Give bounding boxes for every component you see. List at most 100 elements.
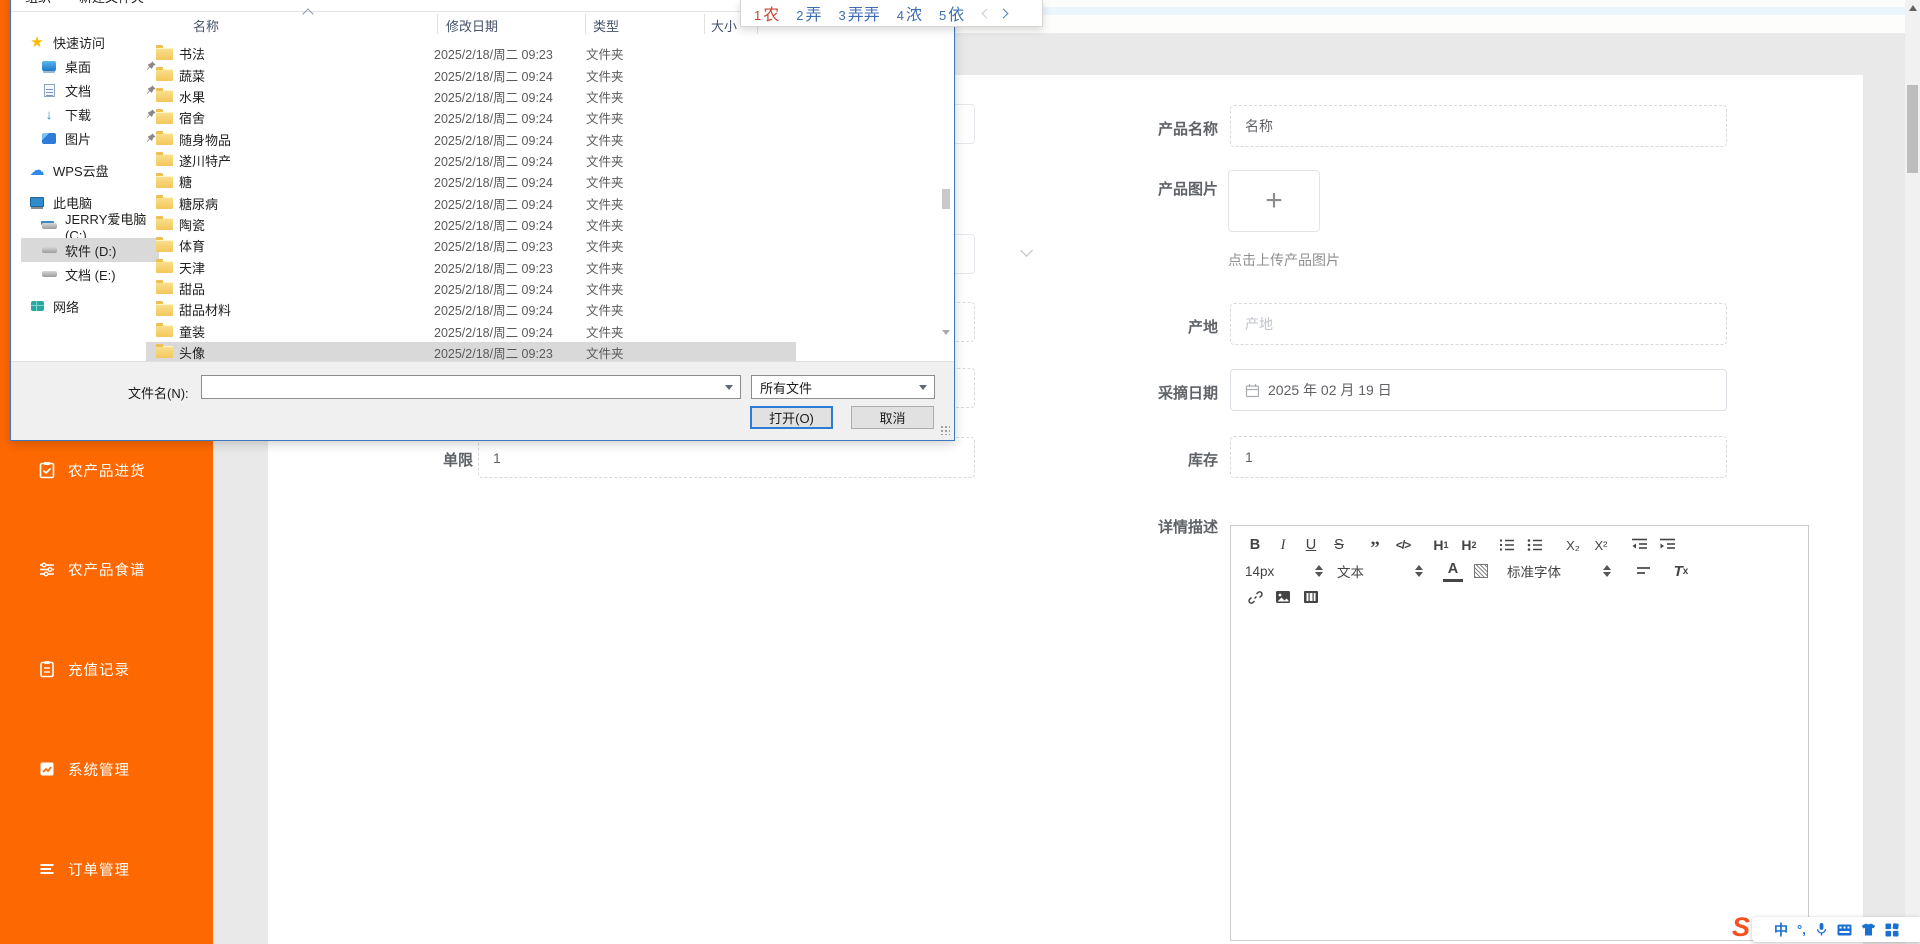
nav-item[interactable]: 桌面 [21, 54, 159, 78]
open-button[interactable]: 打开(O) [750, 406, 833, 429]
file-row[interactable]: 头像 2025/2/18/周二 09:23 文件夹 [146, 341, 796, 364]
sidebar-item-recharge[interactable]: 充值记录 [0, 656, 213, 682]
superscript-button[interactable]: X² [1591, 534, 1611, 556]
keyboard-icon[interactable] [1837, 924, 1852, 936]
dialog-nav-pane: ★ 快速访问 桌面 文档 ↓ 下载 图片 ☁ WPS云盘 此电脑 JERRY爱电… [21, 30, 159, 318]
file-row[interactable]: 宿舍 2025/2/18/周二 09:24 文件夹 [146, 107, 951, 128]
nav-item[interactable]: ☁ WPS云盘 [21, 158, 159, 182]
file-row[interactable]: 陶瓷 2025/2/18/周二 09:24 文件夹 [146, 214, 951, 235]
next-page-icon[interactable] [998, 8, 1009, 18]
file-row[interactable]: 甜品 2025/2/18/周二 09:24 文件夹 [146, 278, 951, 299]
new-folder-button[interactable]: 新建文件夹 [79, 0, 144, 6]
h1-button[interactable]: H1 [1431, 534, 1451, 556]
sidebar-item-system[interactable]: 系统管理 [0, 756, 213, 782]
punctuation-icon[interactable]: °, [1797, 922, 1806, 937]
strike-button[interactable]: S [1329, 534, 1349, 556]
scroll-up-icon[interactable] [1909, 5, 1917, 11]
ime-candidate[interactable]: 3 弄弄 [839, 1, 880, 25]
harvest-date-input[interactable]: 2025 年 02 月 19 日 [1230, 369, 1727, 411]
file-row[interactable]: 甜品材料 2025/2/18/周二 09:24 文件夹 [146, 299, 951, 320]
filename-input[interactable] [201, 375, 741, 399]
column-header-name[interactable]: 名称 [193, 16, 219, 35]
nav-item[interactable]: ↓ 下载 [21, 102, 159, 126]
stock-value: 1 [1245, 449, 1253, 465]
nav-item[interactable]: 文档 [21, 78, 159, 102]
sogou-logo[interactable]: S [1732, 912, 1750, 943]
file-row[interactable]: 书法 2025/2/18/周二 09:23 文件夹 [146, 43, 951, 64]
filetype-select[interactable]: 所有文件 [751, 375, 935, 399]
skin-icon[interactable] [1861, 923, 1876, 936]
ime-mode-chinese[interactable]: 中 [1774, 920, 1788, 940]
resize-grip[interactable] [940, 425, 950, 435]
richtext-content[interactable] [1230, 607, 1809, 941]
file-row[interactable]: 水果 2025/2/18/周二 09:24 文件夹 [146, 86, 951, 107]
stock-input[interactable]: 1 [1230, 436, 1727, 478]
origin-input[interactable]: 产地 [1230, 303, 1727, 345]
column-divider[interactable] [437, 14, 438, 34]
microphone-icon[interactable] [1815, 922, 1828, 937]
file-row[interactable]: 随身物品 2025/2/18/周二 09:24 文件夹 [146, 128, 951, 149]
highlight-button[interactable] [1471, 560, 1491, 582]
video-button[interactable] [1301, 586, 1321, 608]
unit-limit-value: 1 [493, 449, 501, 466]
combo-arrow-icon[interactable] [725, 385, 733, 390]
nav-item[interactable]: JERRY爱电脑 (C:) [21, 212, 159, 243]
nav-item[interactable]: ★ 快速访问 [21, 30, 159, 54]
font-family-select[interactable]: 标准字体 [1507, 561, 1611, 581]
format-select[interactable]: 文本 [1337, 561, 1423, 581]
file-row[interactable]: 天津 2025/2/18/周二 09:23 文件夹 [146, 256, 951, 277]
ime-pager [981, 8, 1009, 18]
file-row[interactable]: 体育 2025/2/18/周二 09:23 文件夹 [146, 235, 951, 256]
outdent-button[interactable] [1629, 534, 1649, 556]
italic-button[interactable]: I [1273, 534, 1293, 556]
column-divider[interactable] [704, 14, 705, 34]
blockquote-button[interactable]: ” [1365, 534, 1385, 558]
sidebar-item-orders[interactable]: 订单管理 [0, 856, 213, 882]
nav-item[interactable]: 软件 (D:) [21, 238, 159, 262]
sidebar-item-purchase[interactable]: 农产品进货 [0, 457, 213, 483]
nav-item[interactable]: 网络 [21, 294, 159, 318]
organize-button[interactable]: 组织 [25, 0, 51, 6]
bullet-list-button[interactable] [1525, 534, 1545, 556]
toolbox-icon[interactable] [1885, 922, 1899, 937]
ordered-list-button[interactable] [1497, 534, 1517, 556]
column-header-type[interactable]: 类型 [593, 16, 619, 35]
image-upload-box[interactable]: + [1228, 170, 1320, 232]
bold-button[interactable]: B [1245, 534, 1265, 556]
ime-candidate[interactable]: 2 弄 [796, 1, 821, 25]
unit-limit-input[interactable]: 1 [478, 437, 975, 478]
align-button[interactable] [1633, 560, 1653, 582]
image-button[interactable] [1273, 586, 1293, 608]
nav-item[interactable]: 文档 (E:) [21, 262, 159, 286]
column-header-date[interactable]: 修改日期 [446, 16, 498, 35]
file-row[interactable]: 童装 2025/2/18/周二 09:24 文件夹 [146, 320, 951, 341]
column-header-size[interactable]: 大小 [711, 16, 737, 35]
link-button[interactable] [1245, 586, 1265, 608]
nav-item[interactable]: 图片 [21, 126, 159, 150]
scrollbar-thumb[interactable] [942, 189, 950, 209]
h2-button[interactable]: H2 [1459, 534, 1479, 556]
clear-format-button[interactable]: Tx [1671, 560, 1691, 582]
underline-button[interactable]: U [1301, 534, 1321, 556]
code-button[interactable]: </> [1393, 534, 1413, 556]
indent-button[interactable] [1657, 534, 1677, 556]
subscript-button[interactable]: X₂ [1563, 534, 1583, 556]
file-row[interactable]: 糖 2025/2/18/周二 09:24 文件夹 [146, 171, 951, 192]
product-name-input[interactable]: 名称 [1230, 105, 1727, 147]
file-date: 2025/2/18/周二 09:24 [434, 154, 553, 169]
sliders-icon [40, 562, 54, 577]
font-size-select[interactable]: 14px [1245, 564, 1323, 579]
ime-candidate[interactable]: 4 浓 [897, 1, 922, 25]
file-row[interactable]: 蔬菜 2025/2/18/周二 09:24 文件夹 [146, 64, 951, 85]
prev-page-icon[interactable] [981, 8, 992, 18]
scroll-down-icon[interactable] [942, 330, 950, 335]
ime-candidate[interactable]: 5 依 [939, 1, 964, 25]
ime-candidate[interactable]: 1 农 [754, 1, 779, 25]
sidebar-item-recipes[interactable]: 农产品食谱 [0, 556, 213, 582]
scrollbar-thumb[interactable] [1907, 85, 1918, 173]
file-row[interactable]: 糖尿病 2025/2/18/周二 09:24 文件夹 [146, 192, 951, 213]
cancel-button[interactable]: 取消 [851, 406, 934, 429]
text-color-button[interactable]: A [1443, 560, 1463, 582]
file-row[interactable]: 遂川特产 2025/2/18/周二 09:24 文件夹 [146, 150, 951, 171]
column-divider[interactable] [585, 14, 586, 34]
